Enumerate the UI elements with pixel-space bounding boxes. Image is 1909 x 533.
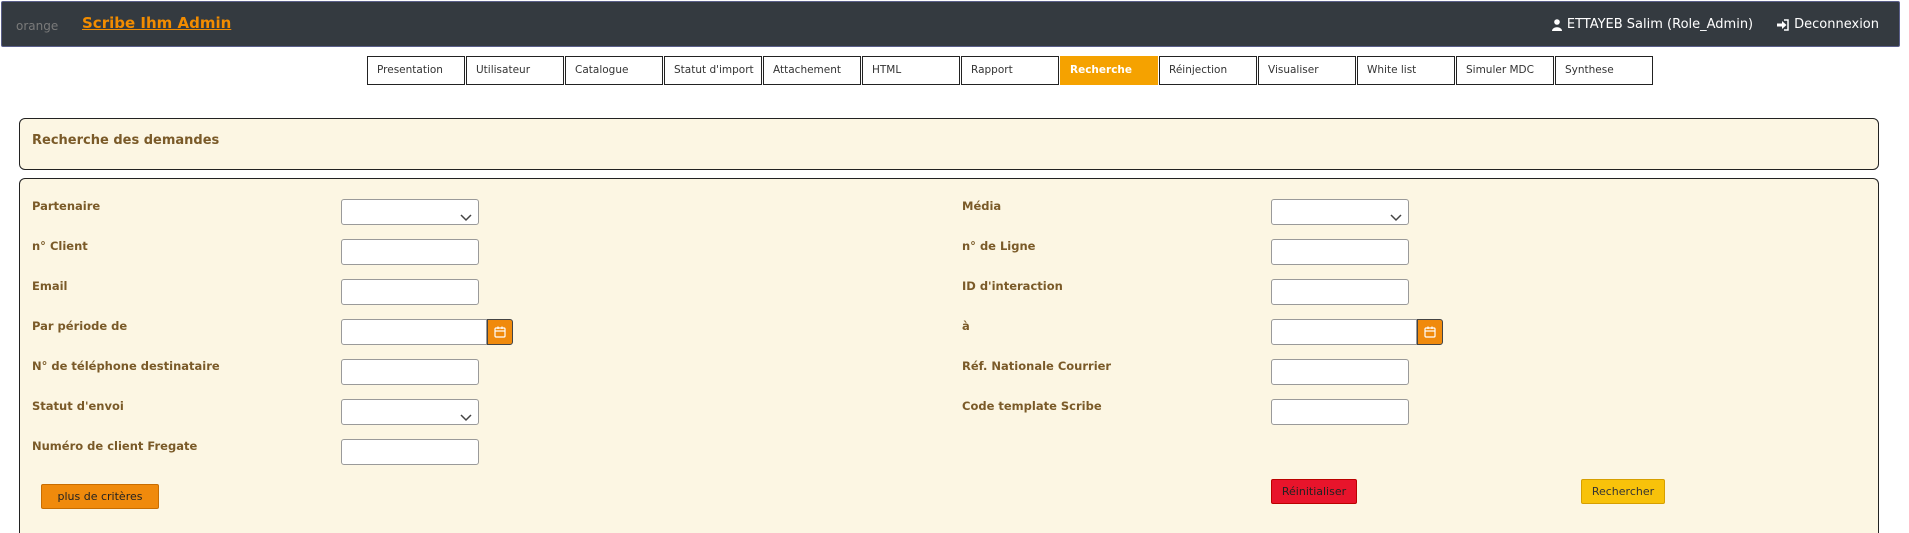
partenaire-label: Partenaire	[32, 199, 101, 213]
calendar-icon	[1424, 323, 1436, 342]
orange-logo: orange	[16, 19, 59, 33]
periode-label: Par période de	[32, 319, 128, 333]
tab-rapport[interactable]: Rapport	[961, 56, 1059, 85]
ref-nationale-label: Réf. Nationale Courrier	[962, 359, 1112, 373]
tab-html[interactable]: HTML	[862, 56, 960, 85]
media-label: Média	[962, 199, 1002, 213]
chevron-down-icon	[460, 207, 472, 226]
main-tabs: Presentation Utilisateur Catalogue Statu…	[367, 56, 1653, 85]
periode-start-input[interactable]	[341, 319, 487, 345]
client-label: n° Client	[32, 239, 88, 253]
tab-presentation[interactable]: Presentation	[367, 56, 465, 85]
user-menu[interactable]: ETTAYEB Salim (Role_Admin)	[1551, 17, 1754, 32]
tab-recherche[interactable]: Recherche	[1060, 56, 1158, 85]
sign-in-icon	[1777, 18, 1789, 31]
logout-link[interactable]: Deconnexion	[1777, 17, 1879, 32]
user-label: ETTAYEB Salim (Role_Admin)	[1566, 17, 1754, 32]
tab-white-list[interactable]: White list	[1357, 56, 1455, 85]
app-title-link[interactable]: Scribe Ihm Admin	[82, 14, 231, 32]
client-input[interactable]	[341, 239, 479, 265]
fregate-label: Numéro de client Fregate	[32, 439, 198, 453]
tab-utilisateur[interactable]: Utilisateur	[466, 56, 564, 85]
email-input[interactable]	[341, 279, 479, 305]
telephone-input[interactable]	[341, 359, 479, 385]
ref-nationale-input[interactable]	[1271, 359, 1409, 385]
media-select[interactable]	[1271, 199, 1409, 225]
periode-end-input[interactable]	[1271, 319, 1417, 345]
partenaire-select[interactable]	[341, 199, 479, 225]
search-form-panel: Partenaire n° Client Email Par période d…	[19, 178, 1879, 533]
chevron-down-icon	[1390, 207, 1402, 226]
search-button[interactable]: Rechercher	[1581, 479, 1665, 504]
calendar-button[interactable]	[487, 319, 513, 345]
telephone-label: N° de téléphone destinataire	[32, 359, 220, 373]
search-header-panel: Recherche des demandes	[19, 118, 1879, 170]
ligne-input[interactable]	[1271, 239, 1409, 265]
code-template-input[interactable]	[1271, 399, 1409, 425]
tab-simuler-mdc[interactable]: Simuler MDC	[1456, 56, 1554, 85]
tab-visualiser[interactable]: Visualiser	[1258, 56, 1356, 85]
periode-fin-label: à	[962, 319, 970, 333]
panel-title: Recherche des demandes	[32, 133, 220, 148]
interaction-label: ID d'interaction	[962, 279, 1063, 293]
tab-catalogue[interactable]: Catalogue	[565, 56, 663, 85]
email-label: Email	[32, 279, 68, 293]
reset-button[interactable]: Réinitialiser	[1271, 479, 1357, 504]
calendar-button[interactable]	[1417, 319, 1443, 345]
tab-attachement[interactable]: Attachement	[763, 56, 861, 85]
logout-label: Deconnexion	[1794, 17, 1879, 32]
more-criteria-button[interactable]: plus de critères	[41, 484, 159, 509]
ligne-label: n° de Ligne	[962, 239, 1036, 253]
interaction-input[interactable]	[1271, 279, 1409, 305]
tab-synthese[interactable]: Synthese	[1555, 56, 1653, 85]
nav-right: ETTAYEB Salim (Role_Admin) Deconnexion	[1551, 17, 1879, 32]
fregate-input[interactable]	[341, 439, 479, 465]
user-icon	[1551, 18, 1562, 31]
code-template-label: Code template Scribe	[962, 399, 1102, 413]
tab-reinjection[interactable]: Réinjection	[1159, 56, 1257, 85]
top-navbar: orange Scribe Ihm Admin ETTAYEB Salim (R…	[1, 1, 1900, 47]
statut-label: Statut d'envoi	[32, 399, 124, 413]
calendar-icon	[494, 323, 506, 342]
chevron-down-icon	[460, 407, 472, 426]
tab-statut-import[interactable]: Statut d'import	[664, 56, 762, 85]
statut-select[interactable]	[341, 399, 479, 425]
